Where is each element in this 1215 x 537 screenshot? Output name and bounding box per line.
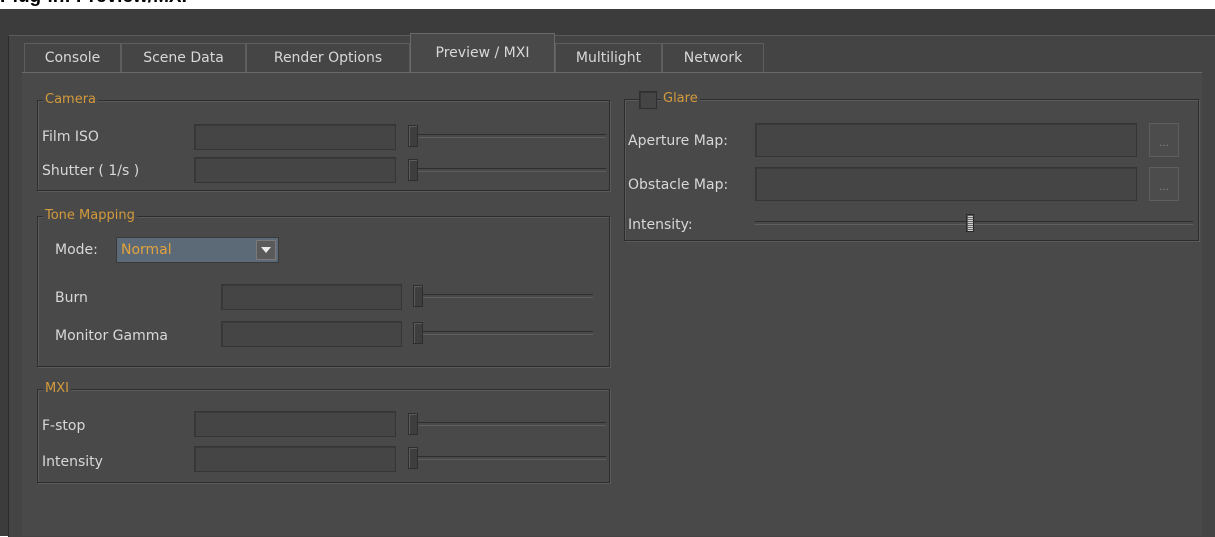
obstacle-map-label: Obstacle Map: <box>628 177 729 193</box>
film-iso-label: Film ISO <box>42 129 99 145</box>
tab-scene-data[interactable]: Scene Data <box>121 43 246 73</box>
mxi-legend: MXI <box>43 381 71 397</box>
tab-network[interactable]: Network <box>662 43 764 73</box>
tone-mapping-legend: Tone Mapping <box>43 208 137 224</box>
obstacle-map-field[interactable] <box>755 167 1137 201</box>
tab-multilight[interactable]: Multilight <box>555 43 662 73</box>
mxi-intensity-slider[interactable] <box>408 456 606 460</box>
tone-mapping-group: Tone Mapping Mode: Normal Burn Monitor G… <box>37 208 610 367</box>
mxi-group: MXI F-stop Intensity <box>37 381 610 483</box>
shutter-slider[interactable] <box>408 168 606 172</box>
shutter-label: Shutter ( 1/s ) <box>42 163 140 179</box>
film-iso-field[interactable] <box>194 124 396 150</box>
camera-group: Camera Film ISO Shutter ( 1/s ) <box>37 92 610 191</box>
camera-legend: Camera <box>43 92 99 108</box>
tab-panel-preview-mxi: Camera Film ISO Shutter ( 1/s ) Tone Map… <box>22 73 1202 536</box>
tab-preview-mxi[interactable]: Preview / MXI <box>410 33 555 74</box>
mxi-intensity-slider-thumb[interactable] <box>408 447 418 469</box>
mode-select-value: Normal <box>121 242 172 258</box>
chevron-down-icon[interactable] <box>256 240 276 260</box>
shutter-slider-thumb[interactable] <box>408 159 418 181</box>
fstop-slider[interactable] <box>408 422 606 426</box>
aperture-map-field[interactable] <box>755 123 1137 157</box>
fstop-slider-thumb[interactable] <box>408 413 418 435</box>
film-iso-slider[interactable] <box>408 134 606 138</box>
obstacle-map-browse-button[interactable]: ... <box>1149 167 1179 201</box>
window-title: Plug-in: Preview/MXI <box>0 0 187 8</box>
fstop-field[interactable] <box>194 411 396 437</box>
burn-field[interactable] <box>221 284 402 310</box>
glare-intensity-slider-thumb[interactable] <box>965 214 974 232</box>
aperture-map-browse-button[interactable]: ... <box>1149 123 1179 157</box>
tab-console[interactable]: Console <box>24 43 121 73</box>
burn-label: Burn <box>55 290 88 306</box>
mode-label: Mode: <box>55 242 98 258</box>
glare-intensity-label: Intensity: <box>628 217 693 233</box>
glare-legend: Glare <box>661 91 700 107</box>
fstop-label: F-stop <box>42 418 86 434</box>
monitor-gamma-label: Monitor Gamma <box>55 328 168 344</box>
burn-slider[interactable] <box>413 294 593 298</box>
monitor-gamma-slider[interactable] <box>413 331 593 335</box>
glare-checkbox[interactable] <box>639 91 657 109</box>
film-iso-slider-thumb[interactable] <box>408 125 418 147</box>
mxi-intensity-field[interactable] <box>194 446 396 472</box>
monitor-gamma-field[interactable] <box>221 321 402 347</box>
mxi-intensity-label: Intensity <box>42 454 103 470</box>
monitor-gamma-slider-thumb[interactable] <box>413 322 423 344</box>
window-title-strip: Plug-in: Preview/MXI <box>0 0 1215 9</box>
glare-group: Glare Aperture Map: ... Obstacle Map: ..… <box>624 91 1199 241</box>
tab-render-options[interactable]: Render Options <box>246 43 410 73</box>
glare-intensity-slider[interactable] <box>755 221 1193 225</box>
burn-slider-thumb[interactable] <box>413 285 423 307</box>
mode-select[interactable]: Normal <box>116 237 279 263</box>
shutter-field[interactable] <box>194 157 396 183</box>
aperture-map-label: Aperture Map: <box>628 133 728 149</box>
